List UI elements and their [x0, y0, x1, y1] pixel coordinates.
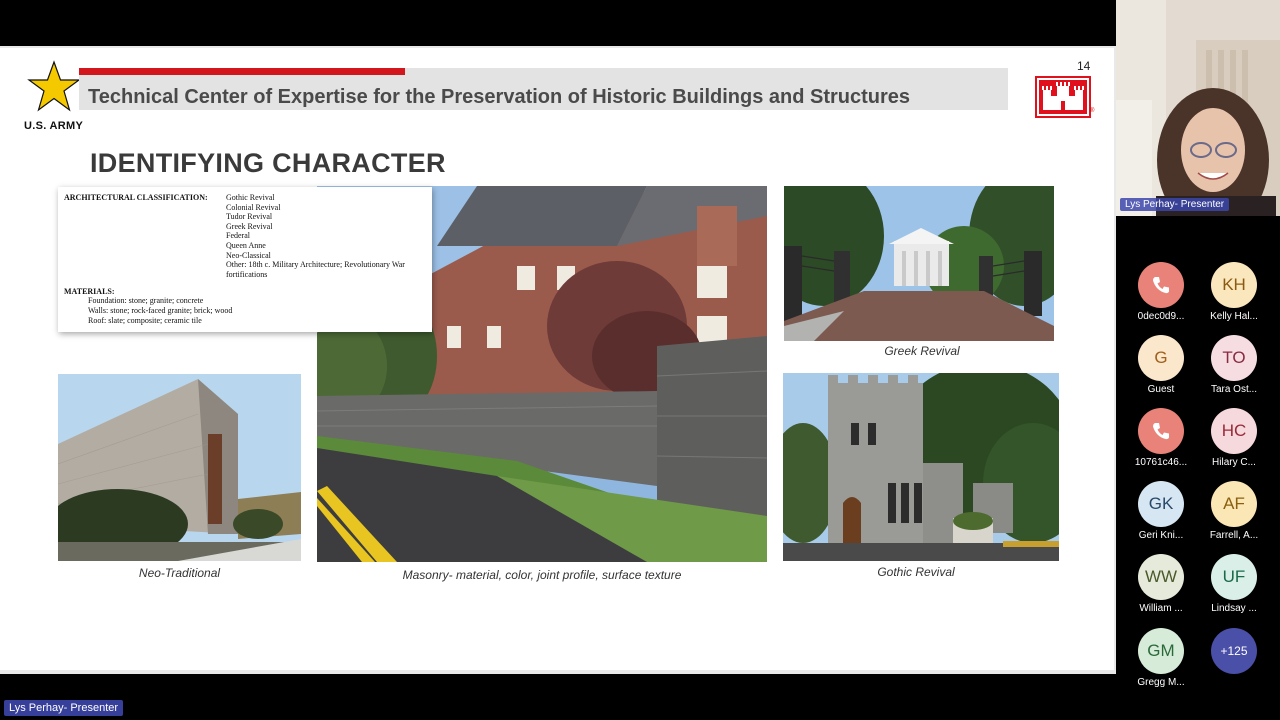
classification-item: Greek Revival	[226, 221, 273, 231]
participant-tile[interactable]: 10761c46...	[1124, 408, 1198, 478]
participant-tile[interactable]: WW William ...	[1124, 554, 1198, 624]
greek-revival-caption: Greek Revival	[884, 344, 960, 358]
participant-avatar: KH	[1211, 262, 1257, 308]
classification-item: Colonial Revival	[226, 202, 281, 212]
participant-gallery: Lys Perhay- Presenter 0dec0d9... KH Kell…	[1116, 0, 1280, 720]
participant-tile[interactable]: 0dec0d9...	[1124, 262, 1198, 332]
participant-name: Geri Kni...	[1138, 530, 1184, 541]
classification-item: Federal	[226, 231, 250, 241]
gothic-revival-photo	[783, 373, 1059, 561]
participant-avatar: G	[1138, 335, 1184, 381]
participant-name: Hilary C...	[1212, 457, 1256, 468]
participant-tile[interactable]: GM Gregg M...	[1124, 628, 1198, 698]
participant-avatar	[1138, 408, 1184, 454]
phone-icon	[1153, 277, 1169, 294]
usace-castle-logo-icon	[1035, 76, 1091, 118]
active-speaker-label: Lys Perhay- Presenter	[4, 700, 124, 716]
classification-list: Gothic Revival Colonial Revival Tudor Re…	[226, 193, 405, 279]
participant-name: Farrell, A...	[1209, 530, 1259, 541]
neo-traditional-photo	[58, 374, 301, 561]
participant-avatar	[1138, 262, 1184, 308]
classification-item: Gothic Revival	[226, 193, 275, 202]
participant-avatar: HC	[1211, 408, 1257, 454]
slide-content: U.S. ARMY Technical Center of Expertise …	[0, 48, 1114, 670]
materials-item: Foundation: stone; granite; concrete	[88, 296, 204, 306]
participant-name: Kelly Hal...	[1210, 311, 1258, 322]
participant-tile[interactable]: G Guest	[1124, 335, 1198, 405]
presenter-video-tile[interactable]: Lys Perhay- Presenter	[1116, 0, 1280, 216]
participant-tile[interactable]: TO Tara Ost...	[1197, 335, 1271, 405]
materials-section: MATERIALS: Foundation: stone; granite; c…	[64, 287, 426, 325]
participant-tile[interactable]: AF Farrell, A...	[1197, 481, 1271, 551]
more-participants-count: +125	[1211, 628, 1257, 674]
participant-avatar: WW	[1138, 554, 1184, 600]
classification-item: Other: 18th c. Military Architecture; Re…	[226, 260, 405, 270]
classification-item: fortifications	[226, 269, 268, 279]
greek-revival-photo	[784, 186, 1054, 341]
participant-name: 0dec0d9...	[1137, 311, 1185, 322]
classification-item: Neo-Classical	[226, 250, 271, 260]
participant-avatar: UF	[1211, 554, 1257, 600]
army-star-icon	[27, 60, 81, 112]
meeting-window: U.S. ARMY Technical Center of Expertise …	[0, 0, 1280, 720]
participant-avatar: AF	[1211, 481, 1257, 527]
neo-traditional-caption: Neo-Traditional	[138, 566, 221, 580]
shared-slide: U.S. ARMY Technical Center of Expertise …	[0, 46, 1116, 674]
participant-name: Guest	[1147, 384, 1175, 395]
more-participants-button[interactable]: +125	[1197, 628, 1271, 698]
participant-tile[interactable]: GK Geri Kni...	[1124, 481, 1198, 551]
slide-number: 14	[1077, 59, 1091, 73]
participant-name: William ...	[1139, 603, 1183, 614]
classification-card: ARCHITECTURAL CLASSIFICATION: Gothic Rev…	[58, 187, 432, 332]
slide-heading: IDENTIFYING CHARACTER	[90, 148, 446, 178]
materials-item: Walls: stone; rock-faced granite; brick;…	[88, 305, 233, 315]
participant-name: Tara Ost...	[1210, 384, 1258, 395]
army-wordmark: U.S. ARMY	[24, 120, 84, 132]
classification-item: Tudor Revival	[226, 212, 273, 222]
participant-avatar: GM	[1138, 628, 1184, 674]
participant-name: 10761c46...	[1134, 457, 1188, 468]
phone-icon	[1153, 423, 1169, 440]
participant-tile[interactable]: HC Hilary C...	[1197, 408, 1271, 478]
participant-avatar: TO	[1211, 335, 1257, 381]
classification-label: ARCHITECTURAL CLASSIFICATION:	[64, 193, 208, 202]
materials-item: Roof: slate; composite; ceramic tile	[88, 315, 202, 325]
masonry-caption: Masonry- material, color, joint profile,…	[402, 568, 682, 582]
participant-tile[interactable]: UF Lindsay ...	[1197, 554, 1271, 624]
header-accent-bar	[79, 68, 405, 75]
presenter-video	[1116, 0, 1280, 216]
classification-item: Queen Anne	[226, 240, 266, 250]
participant-tile[interactable]: KH Kelly Hal...	[1197, 262, 1271, 332]
header-title: Technical Center of Expertise for the Pr…	[88, 86, 911, 108]
participant-avatar: GK	[1138, 481, 1184, 527]
materials-label: MATERIALS:	[64, 287, 115, 297]
participant-name: Lindsay ...	[1211, 603, 1257, 614]
participant-name: Gregg M...	[1137, 677, 1185, 688]
gothic-revival-caption: Gothic Revival	[877, 565, 955, 579]
registered-mark: ®	[1090, 108, 1095, 114]
presenter-name-label: Lys Perhay- Presenter	[1120, 198, 1230, 211]
